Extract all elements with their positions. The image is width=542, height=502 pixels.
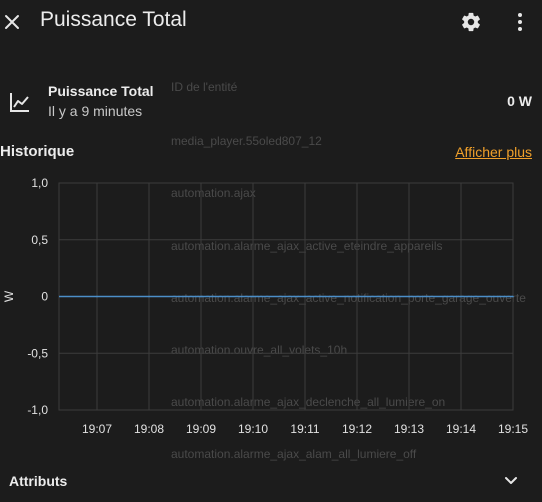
entity-state-value: 0 W — [507, 93, 532, 109]
y-tick-label: 0 — [41, 290, 48, 304]
history-chart[interactable]: 1,0 0,5 0 -0,5 -1,0 19:07 19:08 19:09 19:10 19:11… — [0, 170, 542, 442]
attributes-label: Attributs — [9, 473, 68, 489]
x-tick-label: 19:11 — [290, 422, 319, 436]
y-tick-label: -0,5 — [27, 346, 48, 360]
entity-last-changed: Il y a 9 minutes — [48, 103, 143, 119]
x-tick-label: 19:09 — [186, 422, 216, 436]
close-icon — [5, 15, 19, 29]
chart-line-icon — [9, 91, 31, 113]
background-entity-id-label: ID de l'entité — [171, 80, 238, 94]
entity-name: Puissance Total — [48, 83, 154, 99]
x-tick-label: 19:15 — [498, 422, 528, 436]
x-tick-label: 19:14 — [446, 422, 476, 436]
data-point — [252, 295, 254, 298]
more-vertical-icon — [518, 13, 522, 31]
data-point — [304, 295, 306, 298]
more-options-button[interactable] — [510, 11, 530, 33]
gear-icon — [462, 12, 480, 32]
dialog-title: Puissance Total — [40, 8, 187, 31]
data-point — [356, 295, 358, 298]
background-list-item: automation.alarme_ajax_alam_all_lumiere_… — [171, 447, 417, 461]
data-point — [200, 295, 202, 298]
background-list-item: media_player.55oled807_12 — [171, 134, 322, 148]
close-button[interactable] — [2, 12, 22, 32]
y-tick-label: 1,0 — [31, 176, 48, 190]
data-point — [148, 295, 150, 298]
data-point — [460, 295, 462, 298]
y-tick-label: -1,0 — [27, 403, 48, 417]
x-tick-label: 19:13 — [394, 422, 424, 436]
x-tick-label: 19:12 — [342, 422, 372, 436]
show-more-link[interactable]: Afficher plus — [455, 144, 532, 160]
chevron-down-icon[interactable] — [503, 474, 519, 488]
data-point — [96, 295, 98, 298]
x-tick-label: 19:10 — [238, 422, 268, 436]
data-point — [512, 295, 514, 298]
y-tick-label: 0,5 — [31, 233, 48, 247]
x-tick-label: 19:08 — [134, 422, 164, 436]
attributes-expander[interactable] — [0, 462, 542, 502]
history-title: Historique — [0, 143, 75, 160]
x-tick-label: 19:07 — [82, 422, 112, 436]
settings-button[interactable] — [460, 11, 482, 33]
data-point — [408, 295, 410, 298]
y-axis-label: W — [2, 290, 16, 302]
